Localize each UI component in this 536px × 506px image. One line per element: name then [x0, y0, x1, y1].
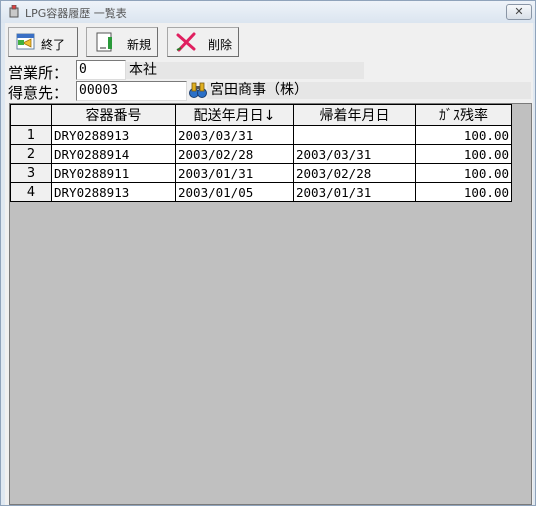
exit-icon: [16, 33, 35, 50]
container-number-cell[interactable]: DRY0288914: [51, 144, 176, 164]
delete-button-label: 削除: [208, 38, 233, 52]
delivery-date-cell[interactable]: 2003/01/31: [175, 163, 294, 183]
gas-remaining-cell[interactable]: 100.00: [415, 163, 512, 183]
new-button[interactable]: 新規: [86, 27, 158, 57]
app-icon: [9, 5, 19, 18]
table-row[interactable]: 2 DRY0288914 2003/02/28 2003/03/31 100.0…: [10, 144, 512, 164]
customer-code-input[interactable]: 00003: [76, 81, 187, 101]
binoculars-search-icon[interactable]: [188, 81, 208, 99]
column-header-container-number[interactable]: 容器番号: [51, 104, 176, 126]
table-row[interactable]: 4 DRY0288913 2003/01/05 2003/01/31 100.0…: [10, 182, 512, 202]
column-header-gas-remaining[interactable]: ｶﾞｽ残率: [415, 104, 512, 126]
container-number-cell[interactable]: DRY0288913: [51, 125, 176, 145]
column-header-return-date[interactable]: 帰着年月日: [293, 104, 416, 126]
container-number-cell[interactable]: DRY0288913: [51, 182, 176, 202]
row-number-cell[interactable]: 4: [10, 182, 52, 202]
delivery-date-cell[interactable]: 2003/03/31: [175, 125, 294, 145]
exit-button-label: 終了: [41, 38, 66, 52]
column-header-delivery-date[interactable]: 配送年月日↓: [175, 104, 294, 126]
history-table: 容器番号 配送年月日↓ 帰着年月日 ｶﾞｽ残率 1 DRY0288913 200…: [10, 104, 512, 202]
gas-remaining-cell[interactable]: 100.00: [415, 125, 512, 145]
close-button[interactable]: ✕: [506, 4, 532, 20]
office-code-input[interactable]: 0: [76, 60, 126, 80]
container-number-cell[interactable]: DRY0288911: [51, 163, 176, 183]
window-title: LPG容器履歴 一覧表: [25, 7, 127, 20]
delivery-date-cell[interactable]: 2003/01/05: [175, 182, 294, 202]
column-header-row-number[interactable]: [10, 104, 52, 126]
delivery-date-cell[interactable]: 2003/02/28: [175, 144, 294, 164]
new-button-label: 新規: [127, 38, 152, 52]
gas-remaining-cell[interactable]: 100.00: [415, 182, 512, 202]
return-date-cell[interactable]: [293, 125, 416, 145]
delete-button[interactable]: 削除: [167, 27, 239, 57]
return-date-cell[interactable]: 2003/01/31: [293, 182, 416, 202]
new-document-icon: [96, 32, 112, 52]
app-window: LPG容器履歴 一覧表 ✕ 終了 新規 削除 営業所： 0 本社 得意先： 00…: [0, 0, 536, 506]
history-grid[interactable]: 容器番号 配送年月日↓ 帰着年月日 ｶﾞｽ残率 1 DRY0288913 200…: [9, 103, 532, 505]
gas-remaining-cell[interactable]: 100.00: [415, 144, 512, 164]
client-area: 終了 新規 削除 営業所： 0 本社 得意先： 00003 宮田商事（株） 容器…: [5, 23, 533, 505]
row-number-cell[interactable]: 2: [10, 144, 52, 164]
row-number-cell[interactable]: 3: [10, 163, 52, 183]
return-date-cell[interactable]: 2003/03/31: [293, 144, 416, 164]
customer-label: 得意先：: [8, 84, 69, 102]
exit-button[interactable]: 終了: [8, 27, 78, 57]
office-label: 営業所：: [8, 64, 69, 82]
row-number-cell[interactable]: 1: [10, 125, 52, 145]
title-bar[interactable]: LPG容器履歴 一覧表 ✕: [1, 1, 535, 23]
table-row[interactable]: 3 DRY0288911 2003/01/31 2003/02/28 100.0…: [10, 163, 512, 183]
table-row[interactable]: 1 DRY0288913 2003/03/31 100.00: [10, 125, 512, 145]
office-name: 本社: [126, 62, 364, 79]
table-header-row: 容器番号 配送年月日↓ 帰着年月日 ｶﾞｽ残率: [10, 104, 512, 126]
return-date-cell[interactable]: 2003/02/28: [293, 163, 416, 183]
delete-x-icon: [176, 32, 196, 52]
customer-name: 宮田商事（株）: [207, 82, 531, 99]
